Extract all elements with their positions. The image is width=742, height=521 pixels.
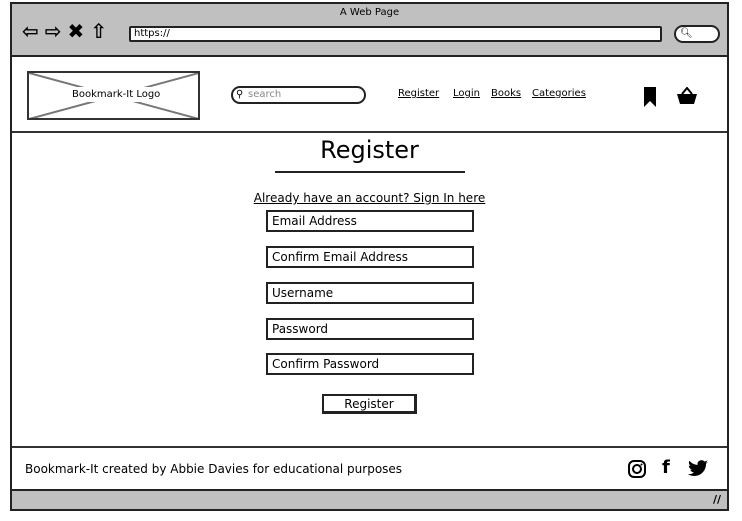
nav-books[interactable]: Books xyxy=(491,88,521,99)
url-input[interactable]: https:// xyxy=(129,26,662,42)
forward-arrow-icon[interactable]: ⇨ xyxy=(45,19,62,43)
browser-statusbar: // xyxy=(12,489,727,509)
site-header: Bookmark-It Logo ⚲ search Register Login … xyxy=(12,59,727,133)
register-button[interactable]: Register xyxy=(322,394,417,414)
footer-text: Bookmark-It created by Abbie Davies for … xyxy=(25,462,403,476)
browser-search[interactable]: 🔍︎ xyxy=(674,25,720,43)
close-icon[interactable]: ✖ xyxy=(68,19,85,43)
search-icon: 🔍︎ xyxy=(680,28,693,39)
nav-login[interactable]: Login xyxy=(453,88,480,99)
search-icon: ⚲ xyxy=(236,89,244,100)
confirm-password-field[interactable]: Confirm Password xyxy=(266,353,474,375)
basket-icon[interactable] xyxy=(677,87,697,105)
facebook-icon[interactable]: f xyxy=(662,457,670,478)
home-icon[interactable]: ⇧ xyxy=(90,19,107,43)
search-input[interactable]: ⚲ search xyxy=(231,86,366,104)
browser-window: A Web Page ⇦ ⇨ ✖ ⇧ https:// 🔍︎ Bookmark-… xyxy=(10,2,729,511)
bookmark-icon[interactable] xyxy=(643,87,657,107)
back-arrow-icon[interactable]: ⇦ xyxy=(22,19,39,43)
site-footer: Bookmark-It created by Abbie Davies for … xyxy=(12,446,727,491)
nav-categories[interactable]: Categories xyxy=(532,88,586,99)
page-title: Register xyxy=(320,136,419,164)
username-field[interactable]: Username xyxy=(266,282,474,304)
browser-titlebar: A Web Page ⇦ ⇨ ✖ ⇧ https:// 🔍︎ xyxy=(12,4,727,57)
twitter-icon[interactable] xyxy=(688,460,708,477)
confirm-email-field[interactable]: Confirm Email Address xyxy=(266,246,474,268)
search-placeholder: search xyxy=(248,89,282,100)
window-title: A Web Page xyxy=(339,7,400,18)
resize-grip-icon[interactable]: // xyxy=(713,493,721,506)
title-divider xyxy=(275,171,465,173)
instagram-icon[interactable] xyxy=(628,460,646,478)
password-field[interactable]: Password xyxy=(266,318,474,340)
logo-label: Bookmark-It Logo xyxy=(69,87,164,102)
email-field[interactable]: Email Address xyxy=(266,210,474,232)
nav-register[interactable]: Register xyxy=(398,88,439,99)
sign-in-link[interactable]: Already have an account? Sign In here xyxy=(12,191,727,205)
logo-placeholder[interactable]: Bookmark-It Logo xyxy=(27,71,200,120)
